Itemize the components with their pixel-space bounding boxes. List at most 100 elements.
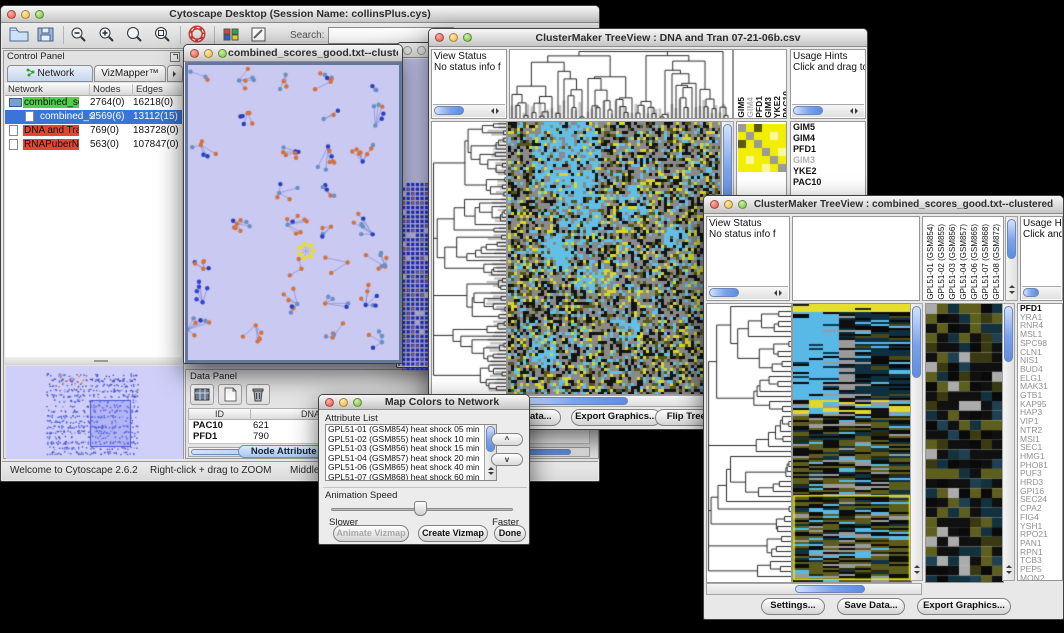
scroll-down-icon[interactable] [1009,291,1015,297]
row-dendrogram-canvas[interactable] [706,303,792,583]
column-nodes[interactable]: Nodes [90,84,133,96]
scrollbar-thumb[interactable] [434,106,464,115]
column-dendrogram-canvas[interactable] [509,49,733,119]
attribute-item[interactable]: GPL51-07 (GSM868) heat shock 60 min [326,473,496,482]
create-vizmap-button[interactable]: Create Vizmap [418,525,488,542]
row-dendrogram-canvas[interactable] [431,121,507,395]
zoom-heatmap-canvas[interactable] [925,303,1004,583]
scroll-right-icon[interactable] [496,108,502,114]
network-row[interactable]: combined_sco2569(6)13112(15) [5,110,182,124]
network-row[interactable]: RNAPuberNov2+563(0)107847(0) [5,138,182,152]
help-button[interactable] [186,25,210,46]
minimize-icon[interactable] [724,200,733,209]
heatmap-canvas[interactable] [507,121,721,395]
network-canvas[interactable] [188,65,399,360]
scroll-right-icon[interactable] [855,108,861,114]
scroll-right-icon[interactable] [779,290,785,296]
column-network[interactable]: Network [5,84,90,96]
zoom-heatmap-canvas[interactable] [738,124,786,172]
close-icon[interactable] [710,200,719,209]
scrollbar-thumb[interactable] [795,585,865,593]
attribute-list[interactable]: GPL51-01 (GSM854) heat shock 05 minGPL51… [325,424,497,481]
zoom-vscrollbar[interactable] [1002,303,1015,581]
close-icon[interactable] [403,46,412,55]
network-view-titlebar[interactable]: combined_scores_good.txt--cluste... [184,45,402,62]
tab-network[interactable]: Network [7,65,93,82]
zoom-in-button[interactable] [96,25,120,46]
column-label[interactable]: GIM5 [737,97,745,118]
column-label[interactable]: GIM4 [746,97,754,118]
overview-canvas[interactable] [6,366,183,459]
minimize-icon[interactable] [339,398,348,407]
network-row[interactable]: DNA and Tran 07769(0)183728(0) [5,124,182,138]
row-label[interactable]: GIM3 [791,155,865,166]
scrollbar-thumb[interactable] [1004,306,1013,362]
float-panel-icon[interactable] [170,52,180,62]
zoom-out-button[interactable] [68,25,92,46]
network-row[interactable]: combined_scores2764(0)16218(0) [5,96,182,110]
main-titlebar[interactable]: Cytoscape Desktop (Session Name: collins… [1,6,599,23]
row-label[interactable]: PFD1 [791,144,865,155]
treeview1-titlebar[interactable]: ClusterMaker TreeView : DNA and Tran 07-… [429,29,867,47]
scrollbar-thumb[interactable] [709,288,739,297]
settings-button[interactable]: Settings... [761,598,825,615]
export-graphics-button[interactable]: Export Graphics... [917,598,1011,615]
row-label[interactable]: GIM5 [791,122,865,133]
plugin-manager-button[interactable] [220,25,244,46]
column-label[interactable]: GPL51-01 (GSM854) [926,224,936,300]
gene-label[interactable]: MON2 [1018,574,1062,581]
scrollbar-thumb[interactable] [1007,219,1016,259]
save-data-button[interactable]: Save Data... [837,598,905,615]
network-overview[interactable] [6,366,183,459]
column-label[interactable]: YKE2 [773,96,781,118]
column-label[interactable]: GPL51-03 (GSM856) [948,224,958,300]
done-button[interactable]: Done [494,525,526,542]
slider-thumb[interactable] [414,501,427,516]
column-label[interactable]: GPL51-08 (GSM872) [992,224,1002,300]
export-graphics-button[interactable]: Export Graphics... [571,409,661,426]
zoom-window-icon[interactable] [463,33,472,42]
scroll-down-icon[interactable] [1006,571,1012,577]
delete-attribute-button[interactable] [246,384,270,405]
row-label[interactable]: YKE2 [791,166,865,177]
column-label[interactable]: GPL51-04 (GSM857) [959,224,969,300]
move-down-button[interactable]: v [491,453,523,466]
panel-splitter[interactable] [5,357,182,365]
scrollbar-thumb[interactable] [793,106,823,115]
labels-vscrollbar[interactable] [1005,216,1018,301]
row-label[interactable]: GIM4 [791,133,865,144]
open-session-button[interactable] [8,25,32,46]
create-attribute-button[interactable] [218,384,242,405]
hscrollbar[interactable] [1022,286,1061,299]
heatmap-hscrollbar[interactable] [706,583,922,595]
scroll-up-icon[interactable] [1009,282,1015,288]
hscrollbar[interactable] [433,104,505,117]
scroll-left-icon[interactable] [847,108,853,114]
tab-overflow-button[interactable] [167,65,183,82]
column-label[interactable]: PAC10 [782,91,787,118]
treeview2-titlebar[interactable]: ClusterMaker TreeView : combined_scores_… [704,196,1063,214]
hscrollbar[interactable] [708,286,788,299]
column-label[interactable]: GPL51-02 (GSM855) [937,224,947,300]
column-dendrogram-panel[interactable] [792,216,920,301]
annotation-button[interactable] [248,25,272,46]
scroll-down-icon[interactable] [488,472,494,478]
column-edges[interactable]: Edges [133,84,184,96]
scroll-left-icon[interactable] [488,108,494,114]
hscrollbar[interactable] [792,104,864,117]
column-label[interactable]: GPL51-07 (GSM868) [981,224,991,300]
zoom-fit-button[interactable] [124,25,148,46]
heatmap-vscrollbar[interactable] [910,303,923,581]
column-label[interactable]: PFD1 [755,96,763,118]
animate-vizmap-button[interactable]: Animate Vizmap [333,525,409,542]
column-label[interactable]: GIM3 [764,97,772,118]
minimize-icon[interactable] [417,46,426,55]
close-icon[interactable] [325,398,334,407]
scroll-up-icon[interactable] [914,562,920,568]
minimize-icon[interactable] [449,33,458,42]
select-attributes-button[interactable] [190,384,214,405]
scroll-down-icon[interactable] [914,571,920,577]
heatmap-canvas[interactable] [792,303,912,583]
zoom-window-icon[interactable] [738,200,747,209]
tab-vizmapper[interactable]: VizMapper™ [94,65,166,82]
